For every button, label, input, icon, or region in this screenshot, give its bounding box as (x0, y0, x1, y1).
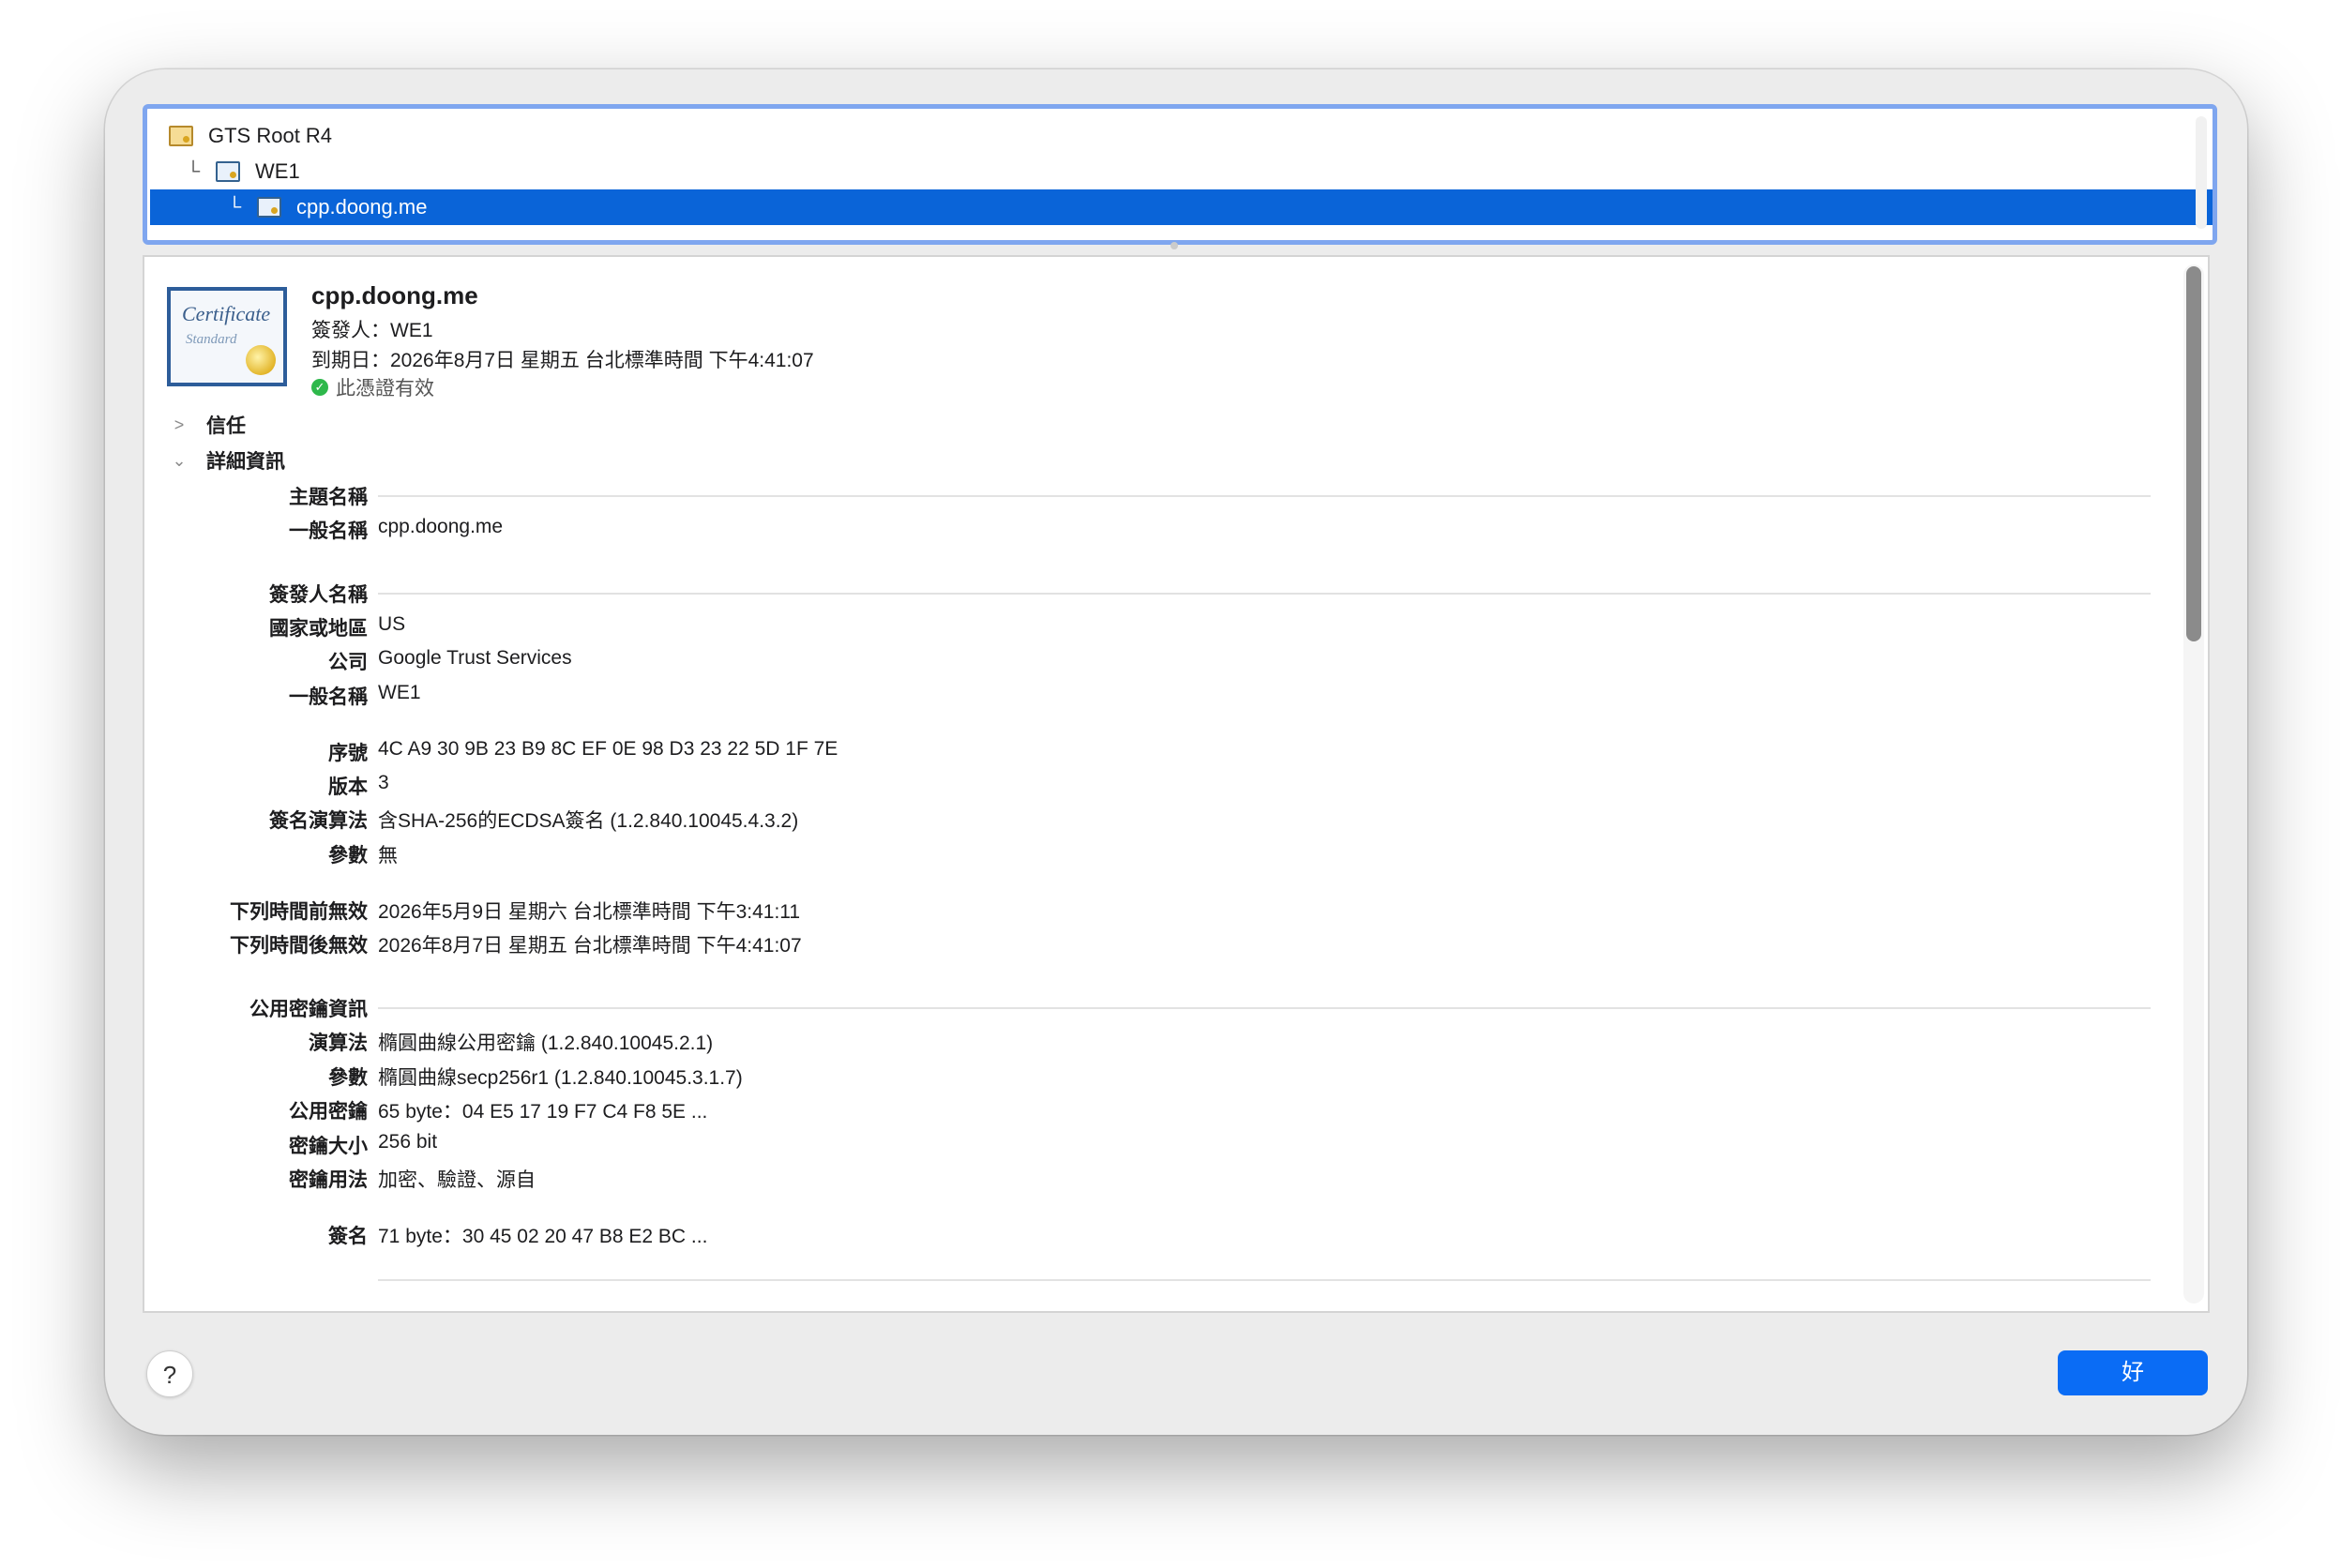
pk-algorithm-value: 橢圓曲線公用密鑰 (1.2.840.10045.2.1) (378, 1033, 714, 1054)
certificate-detail-panel: Certificate Standard cpp.doong.me 簽發人：WE… (143, 255, 2210, 1313)
key-size-label: 密鑰大小 (289, 1136, 368, 1157)
serial-label: 序號 (328, 743, 368, 764)
subject-common-name-value: cpp.doong.me (378, 516, 504, 537)
key-size-value: 256 bit (378, 1131, 438, 1153)
pk-parameters-value: 橢圓曲線secp256r1 (1.2.840.10045.3.1.7) (378, 1067, 743, 1089)
issuer-common-name-value: WE1 (378, 682, 421, 703)
key-usage-value: 加密、驗證、源自 (378, 1169, 536, 1191)
signature-value: 71 byte：30 45 02 20 47 B8 E2 BC ... (378, 1226, 708, 1247)
organization-value: Google Trust Services (378, 647, 572, 669)
trust-label: 信任 (206, 415, 246, 437)
certificate-icon (257, 197, 281, 218)
issuer-line: 簽發人：WE1 (311, 320, 433, 341)
certificate-large-icon: Certificate Standard (167, 287, 287, 386)
organization-label: 公司 (328, 652, 368, 673)
public-key-label: 公用密鑰 (289, 1101, 368, 1123)
divider (378, 1279, 2151, 1281)
help-button[interactable]: ? (146, 1350, 193, 1397)
validity-status: ✓ 此憑證有效 (311, 373, 434, 401)
expiry-line: 到期日：2026年8月7日 星期五 台北標準時間 下午4:41:07 (311, 350, 814, 371)
signature-algorithm-label: 簽名演算法 (269, 810, 368, 832)
tree-item-label: GTS Root R4 (208, 124, 333, 147)
key-usage-label: 密鑰用法 (289, 1169, 368, 1191)
certificate-title: cpp.doong.me (311, 281, 478, 309)
country-value: US (378, 613, 406, 635)
signature-label: 簽名 (328, 1226, 368, 1247)
tree-scrollbar[interactable] (2196, 116, 2207, 229)
parameters-value: 無 (378, 845, 398, 867)
tree-branch-icon: └ (227, 196, 242, 218)
tree-item-label: WE1 (255, 159, 300, 183)
ok-button[interactable]: 好 (2058, 1350, 2208, 1395)
version-value: 3 (378, 772, 389, 793)
pk-algorithm-label: 演算法 (309, 1033, 368, 1054)
public-key-info-heading: 公用密鑰資訊 (249, 999, 368, 1020)
subject-common-name-label: 一般名稱 (289, 520, 368, 542)
public-key-value: 65 byte：04 E5 17 19 F7 C4 F8 5E ... (378, 1101, 708, 1123)
not-after-value: 2026年8月7日 星期五 台北標準時間 下午4:41:07 (378, 935, 802, 957)
certificate-chain-tree[interactable]: GTS Root R4 └ WE1 └ cpp.doong.me (143, 104, 2217, 245)
tree-item-gts-root-r4[interactable]: GTS Root R4 (150, 118, 2197, 154)
signature-algorithm-value: 含SHA-256的ECDSA簽名 (1.2.840.10045.4.3.2) (378, 810, 799, 832)
certificate-icon-subtext: Standard (186, 332, 237, 347)
certificate-icon-text: Certificate (182, 302, 271, 325)
issuer-common-name-label: 一般名稱 (289, 686, 368, 708)
tree-branch-icon: └ (186, 160, 201, 182)
validity-text: 此憑證有效 (336, 378, 434, 400)
divider (378, 593, 2151, 595)
tree-item-we1[interactable]: └ WE1 (150, 154, 2212, 189)
details-disclosure[interactable]: ⌄ 詳細資訊 (167, 446, 285, 475)
certificate-icon (216, 161, 240, 182)
pk-parameters-label: 參數 (328, 1067, 368, 1089)
chevron-down-icon: ⌄ (172, 450, 187, 470)
subject-name-heading: 主題名稱 (289, 487, 368, 508)
scrollbar-thumb[interactable] (2186, 266, 2201, 641)
trust-disclosure[interactable]: > 信任 (167, 411, 246, 439)
tree-item-cpp-doong-me[interactable]: └ cpp.doong.me (150, 189, 2213, 225)
tree-item-label: cpp.doong.me (296, 195, 428, 219)
root-certificate-icon (169, 126, 193, 146)
check-circle-icon: ✓ (311, 379, 328, 396)
parameters-label: 參數 (328, 845, 368, 867)
country-label: 國家或地區 (269, 618, 368, 640)
version-label: 版本 (328, 776, 368, 798)
divider (378, 1007, 2151, 1009)
seal-icon (246, 345, 276, 375)
issuer-name-heading: 簽發人名稱 (269, 584, 368, 606)
chevron-right-icon: > (174, 415, 185, 434)
not-before-label: 下列時間前無效 (230, 901, 368, 923)
certificate-sheet: GTS Root R4 └ WE1 └ cpp.doong.me Certifi… (105, 69, 2247, 1435)
details-scrollbar[interactable] (2183, 264, 2204, 1304)
serial-value: 4C A9 30 9B 23 B9 8C EF 0E 98 D3 23 22 5… (378, 738, 838, 760)
divider (378, 495, 2151, 497)
not-before-value: 2026年5月9日 星期六 台北標準時間 下午3:41:11 (378, 901, 801, 923)
not-after-label: 下列時間後無效 (230, 935, 368, 957)
details-label: 詳細資訊 (206, 451, 285, 473)
split-view-handle[interactable] (1170, 242, 1178, 249)
